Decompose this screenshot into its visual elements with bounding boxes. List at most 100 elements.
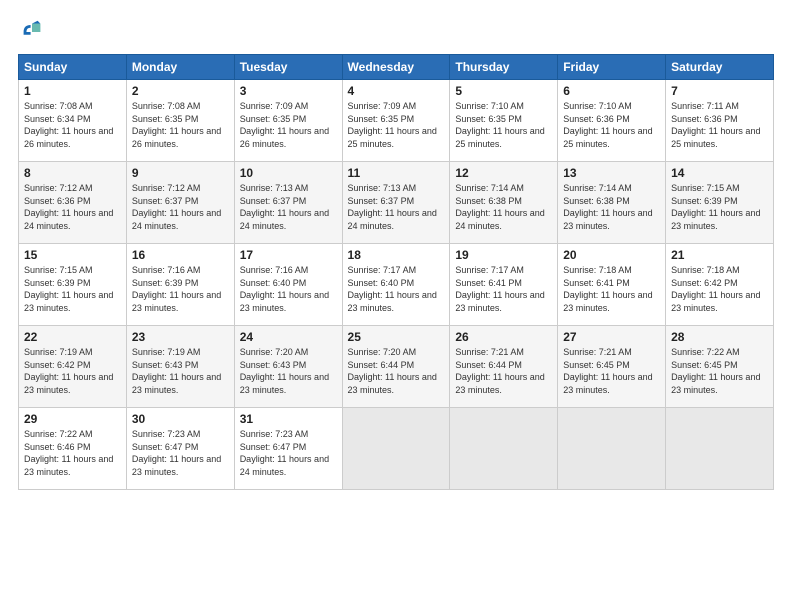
day-info: Sunrise: 7:23 AMSunset: 6:47 PMDaylight:… [132,428,229,478]
day-info: Sunrise: 7:12 AMSunset: 6:37 PMDaylight:… [132,182,229,232]
calendar-cell: 30 Sunrise: 7:23 AMSunset: 6:47 PMDaylig… [126,408,234,490]
day-number: 9 [132,166,229,180]
day-info: Sunrise: 7:15 AMSunset: 6:39 PMDaylight:… [671,182,768,232]
calendar-cell: 6 Sunrise: 7:10 AMSunset: 6:36 PMDayligh… [558,80,666,162]
day-info: Sunrise: 7:18 AMSunset: 6:42 PMDaylight:… [671,264,768,314]
day-number: 30 [132,412,229,426]
day-number: 24 [240,330,337,344]
calendar-cell: 29 Sunrise: 7:22 AMSunset: 6:46 PMDaylig… [19,408,127,490]
day-info: Sunrise: 7:13 AMSunset: 6:37 PMDaylight:… [348,182,445,232]
day-info: Sunrise: 7:21 AMSunset: 6:44 PMDaylight:… [455,346,552,396]
day-number: 8 [24,166,121,180]
logo-icon [18,18,46,46]
day-info: Sunrise: 7:23 AMSunset: 6:47 PMDaylight:… [240,428,337,478]
day-number: 27 [563,330,660,344]
calendar-cell: 31 Sunrise: 7:23 AMSunset: 6:47 PMDaylig… [234,408,342,490]
day-info: Sunrise: 7:15 AMSunset: 6:39 PMDaylight:… [24,264,121,314]
calendar-table: SundayMondayTuesdayWednesdayThursdayFrid… [18,54,774,490]
day-info: Sunrise: 7:20 AMSunset: 6:43 PMDaylight:… [240,346,337,396]
calendar-cell: 16 Sunrise: 7:16 AMSunset: 6:39 PMDaylig… [126,244,234,326]
calendar-cell: 13 Sunrise: 7:14 AMSunset: 6:38 PMDaylig… [558,162,666,244]
day-number: 22 [24,330,121,344]
day-info: Sunrise: 7:20 AMSunset: 6:44 PMDaylight:… [348,346,445,396]
day-info: Sunrise: 7:14 AMSunset: 6:38 PMDaylight:… [563,182,660,232]
calendar-week-4: 22 Sunrise: 7:19 AMSunset: 6:42 PMDaylig… [19,326,774,408]
calendar-cell [450,408,558,490]
calendar-header-row: SundayMondayTuesdayWednesdayThursdayFrid… [19,55,774,80]
calendar-cell: 22 Sunrise: 7:19 AMSunset: 6:42 PMDaylig… [19,326,127,408]
day-number: 31 [240,412,337,426]
day-number: 10 [240,166,337,180]
day-info: Sunrise: 7:09 AMSunset: 6:35 PMDaylight:… [348,100,445,150]
calendar-cell: 17 Sunrise: 7:16 AMSunset: 6:40 PMDaylig… [234,244,342,326]
calendar-week-5: 29 Sunrise: 7:22 AMSunset: 6:46 PMDaylig… [19,408,774,490]
calendar-cell: 15 Sunrise: 7:15 AMSunset: 6:39 PMDaylig… [19,244,127,326]
calendar-cell [342,408,450,490]
day-number: 20 [563,248,660,262]
day-number: 11 [348,166,445,180]
calendar-cell: 25 Sunrise: 7:20 AMSunset: 6:44 PMDaylig… [342,326,450,408]
col-header-friday: Friday [558,55,666,80]
calendar-cell: 5 Sunrise: 7:10 AMSunset: 6:35 PMDayligh… [450,80,558,162]
calendar-cell: 23 Sunrise: 7:19 AMSunset: 6:43 PMDaylig… [126,326,234,408]
calendar-cell: 10 Sunrise: 7:13 AMSunset: 6:37 PMDaylig… [234,162,342,244]
day-info: Sunrise: 7:16 AMSunset: 6:40 PMDaylight:… [240,264,337,314]
day-info: Sunrise: 7:14 AMSunset: 6:38 PMDaylight:… [455,182,552,232]
day-number: 1 [24,84,121,98]
calendar-cell: 21 Sunrise: 7:18 AMSunset: 6:42 PMDaylig… [666,244,774,326]
calendar-cell: 9 Sunrise: 7:12 AMSunset: 6:37 PMDayligh… [126,162,234,244]
day-info: Sunrise: 7:16 AMSunset: 6:39 PMDaylight:… [132,264,229,314]
day-info: Sunrise: 7:19 AMSunset: 6:43 PMDaylight:… [132,346,229,396]
day-info: Sunrise: 7:12 AMSunset: 6:36 PMDaylight:… [24,182,121,232]
calendar-cell: 1 Sunrise: 7:08 AMSunset: 6:34 PMDayligh… [19,80,127,162]
day-number: 14 [671,166,768,180]
calendar-cell [666,408,774,490]
day-number: 16 [132,248,229,262]
calendar-week-2: 8 Sunrise: 7:12 AMSunset: 6:36 PMDayligh… [19,162,774,244]
day-number: 19 [455,248,552,262]
day-info: Sunrise: 7:08 AMSunset: 6:34 PMDaylight:… [24,100,121,150]
calendar-cell: 2 Sunrise: 7:08 AMSunset: 6:35 PMDayligh… [126,80,234,162]
day-info: Sunrise: 7:18 AMSunset: 6:41 PMDaylight:… [563,264,660,314]
calendar-cell: 7 Sunrise: 7:11 AMSunset: 6:36 PMDayligh… [666,80,774,162]
day-info: Sunrise: 7:17 AMSunset: 6:41 PMDaylight:… [455,264,552,314]
col-header-saturday: Saturday [666,55,774,80]
day-number: 5 [455,84,552,98]
day-number: 21 [671,248,768,262]
col-header-wednesday: Wednesday [342,55,450,80]
day-number: 18 [348,248,445,262]
day-info: Sunrise: 7:22 AMSunset: 6:45 PMDaylight:… [671,346,768,396]
logo [18,18,50,46]
day-number: 26 [455,330,552,344]
col-header-monday: Monday [126,55,234,80]
calendar-cell: 8 Sunrise: 7:12 AMSunset: 6:36 PMDayligh… [19,162,127,244]
calendar-week-1: 1 Sunrise: 7:08 AMSunset: 6:34 PMDayligh… [19,80,774,162]
day-info: Sunrise: 7:21 AMSunset: 6:45 PMDaylight:… [563,346,660,396]
day-number: 23 [132,330,229,344]
day-info: Sunrise: 7:19 AMSunset: 6:42 PMDaylight:… [24,346,121,396]
day-number: 2 [132,84,229,98]
col-header-tuesday: Tuesday [234,55,342,80]
col-header-sunday: Sunday [19,55,127,80]
day-info: Sunrise: 7:17 AMSunset: 6:40 PMDaylight:… [348,264,445,314]
calendar-cell: 11 Sunrise: 7:13 AMSunset: 6:37 PMDaylig… [342,162,450,244]
day-number: 6 [563,84,660,98]
calendar-cell: 28 Sunrise: 7:22 AMSunset: 6:45 PMDaylig… [666,326,774,408]
calendar-cell: 24 Sunrise: 7:20 AMSunset: 6:43 PMDaylig… [234,326,342,408]
day-number: 29 [24,412,121,426]
day-info: Sunrise: 7:08 AMSunset: 6:35 PMDaylight:… [132,100,229,150]
day-number: 25 [348,330,445,344]
calendar-week-3: 15 Sunrise: 7:15 AMSunset: 6:39 PMDaylig… [19,244,774,326]
day-info: Sunrise: 7:10 AMSunset: 6:35 PMDaylight:… [455,100,552,150]
calendar-cell: 27 Sunrise: 7:21 AMSunset: 6:45 PMDaylig… [558,326,666,408]
day-number: 13 [563,166,660,180]
day-number: 3 [240,84,337,98]
calendar-cell: 18 Sunrise: 7:17 AMSunset: 6:40 PMDaylig… [342,244,450,326]
calendar-cell [558,408,666,490]
page: SundayMondayTuesdayWednesdayThursdayFrid… [0,0,792,612]
calendar-cell: 12 Sunrise: 7:14 AMSunset: 6:38 PMDaylig… [450,162,558,244]
calendar-cell: 26 Sunrise: 7:21 AMSunset: 6:44 PMDaylig… [450,326,558,408]
col-header-thursday: Thursday [450,55,558,80]
day-info: Sunrise: 7:09 AMSunset: 6:35 PMDaylight:… [240,100,337,150]
day-info: Sunrise: 7:22 AMSunset: 6:46 PMDaylight:… [24,428,121,478]
